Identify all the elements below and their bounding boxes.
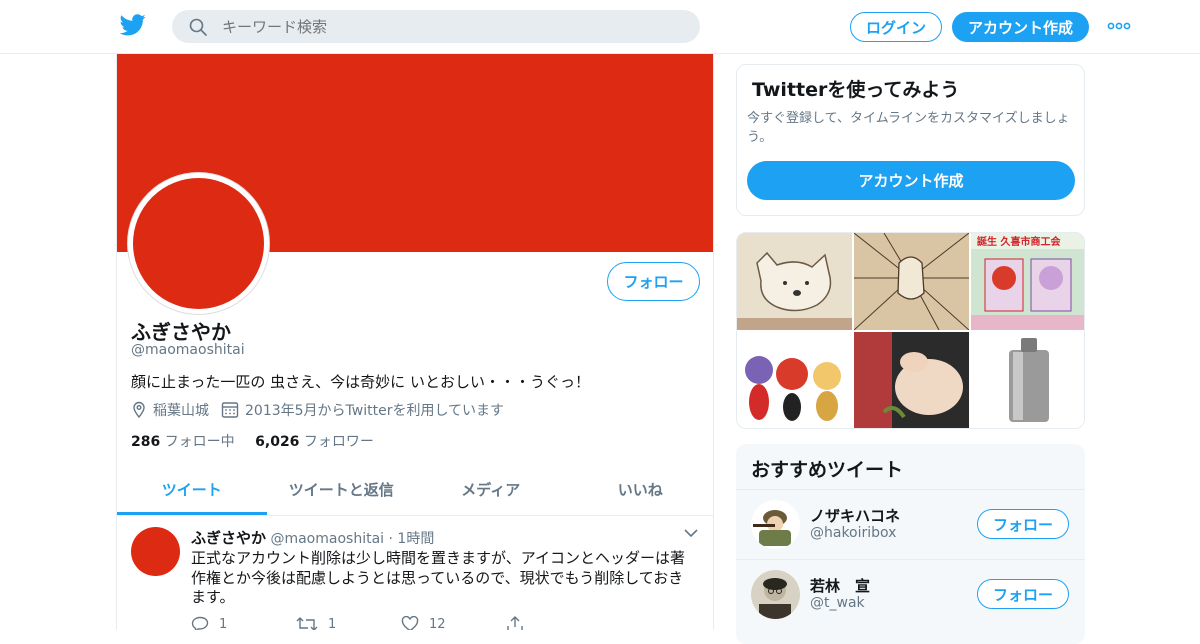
profile-avatar[interactable] (128, 173, 269, 314)
tweet-item[interactable]: ふぎさやか @maomaoshitai · 1時間 正式なアカウント削除は少し時… (117, 516, 713, 630)
top-bar: ログイン アカウント作成 (0, 0, 1200, 54)
signup-card-title: Twitterを使ってみよう (752, 79, 960, 101)
reply-action[interactable]: 1 (191, 616, 296, 630)
recommended-user-handle: @t_wak (810, 595, 865, 611)
tab-likes[interactable]: いいね (566, 468, 714, 515)
retweet-icon (296, 617, 318, 630)
following-link[interactable]: 286 フォロー中 (131, 434, 235, 450)
dog-sketch-image (737, 233, 852, 330)
recommended-user[interactable]: ノザキハコネ @hakoiribox フォロー (736, 489, 1085, 559)
mascot-poster-image: 誕生 久喜市商工会 (971, 233, 1084, 330)
avatar[interactable] (751, 500, 800, 549)
recommended-card: おすすめツイート ノザキハコネ @hakoiribox フォロー 若林 宣 @t… (736, 444, 1085, 644)
media-thumbnail[interactable] (737, 332, 852, 428)
profile-location: 稲葉山城 (153, 403, 209, 419)
avatar[interactable] (751, 570, 800, 619)
more-options-icon[interactable] (1107, 20, 1131, 32)
tab-tweets[interactable]: ツイート (117, 468, 267, 515)
media-thumbnail[interactable]: 誕生 久喜市商工会 (971, 233, 1084, 330)
share-action[interactable] (506, 616, 611, 630)
recommended-user-name[interactable]: 若林 宣 (810, 575, 870, 596)
media-thumbnail[interactable] (854, 332, 969, 428)
media-thumbnail[interactable] (854, 233, 969, 330)
media-thumbnail[interactable] (737, 233, 852, 330)
location-icon (133, 401, 145, 419)
tweet-author-handle: @maomaoshitai (270, 531, 385, 547)
login-button[interactable]: ログイン (850, 12, 942, 42)
tab-media[interactable]: メディア (416, 468, 566, 515)
tweet-header: ふぎさやか @maomaoshitai · 1時間 (191, 527, 434, 548)
chevron-down-icon[interactable] (684, 528, 698, 538)
follow-button[interactable]: フォロー (607, 262, 700, 301)
recommended-user-name[interactable]: ノザキハコネ (810, 505, 900, 526)
signup-card-button[interactable]: アカウント作成 (747, 161, 1075, 200)
tab-tweets-and-replies[interactable]: ツイートと返信 (267, 468, 417, 515)
profile-joined-date: 2013年5月からTwitterを利用しています (245, 403, 505, 419)
tweet-author-name[interactable]: ふぎさやか (191, 529, 266, 547)
search-icon (189, 18, 207, 36)
tweet-timestamp[interactable]: 1時間 (397, 531, 434, 547)
tweet-separator: · (388, 531, 393, 547)
tweet-avatar[interactable] (131, 527, 180, 576)
profile-bio: 顔に止まった一匹の 虫さえ、今は奇妙に いとおしい・・・うぐっ！ (131, 373, 590, 391)
mascot-figures-image (737, 332, 852, 428)
recommended-user[interactable]: 若林 宣 @t_wak フォロー (736, 559, 1085, 629)
profile-handle: @maomaoshitai (131, 342, 245, 358)
recommended-title: おすすめツイート (751, 459, 904, 481)
signup-card: Twitterを使ってみよう 今すぐ登録して、タイムラインをカスタマイズしましょ… (736, 64, 1085, 216)
hip-flask-image (971, 332, 1084, 428)
like-count: 12 (429, 616, 446, 631)
chicken-meat-image (854, 332, 969, 428)
retweet-count: 1 (328, 616, 337, 631)
signup-button[interactable]: アカウント作成 (952, 12, 1089, 42)
tweet-text: 正式なアカウント削除は少し時間を置きますが、アイコンとヘッダーは著作権とか今後は… (191, 549, 685, 606)
reply-count: 1 (219, 616, 228, 631)
follow-button[interactable]: フォロー (977, 579, 1069, 609)
search-input[interactable] (222, 10, 682, 43)
profile-column: フォロー ふぎさやか @maomaoshitai 顔に止まった一匹の 虫さえ、今… (116, 54, 714, 630)
search-bar[interactable] (172, 10, 700, 43)
profile-meta: 稲葉山城 2013年5月からTwitterを利用しています (131, 400, 504, 420)
media-grid: 誕生 久喜市商工会 (736, 232, 1085, 429)
soldier-avatar-image (751, 500, 800, 549)
followers-link[interactable]: 6,026 フォロワー (255, 434, 374, 450)
share-icon (507, 616, 523, 630)
like-action[interactable]: 12 (401, 616, 506, 630)
heart-icon (401, 616, 419, 630)
portrait-avatar-image (751, 570, 800, 619)
profile-name: ふぎさやか (131, 320, 231, 344)
media-thumbnail[interactable] (971, 332, 1084, 428)
retweet-action[interactable]: 1 (296, 616, 401, 630)
reply-icon (191, 616, 209, 630)
poster-banner-text: 誕生 久喜市商工会 (977, 235, 1060, 248)
manga-sketch-image (854, 233, 969, 330)
profile-stats: 286 フォロー中 6,026 フォロワー (131, 431, 374, 451)
follow-button[interactable]: フォロー (977, 509, 1069, 539)
recommended-user-handle: @hakoiribox (810, 525, 897, 541)
calendar-icon (221, 402, 239, 418)
twitter-bird-icon[interactable] (120, 14, 146, 36)
profile-tabs: ツイート ツイートと返信 メディア いいね (117, 468, 714, 516)
signup-card-description: 今すぐ登録して、タイムラインをカスタマイズしましょう。 (747, 111, 1070, 145)
tweet-actions: 1 1 12 (191, 616, 611, 630)
